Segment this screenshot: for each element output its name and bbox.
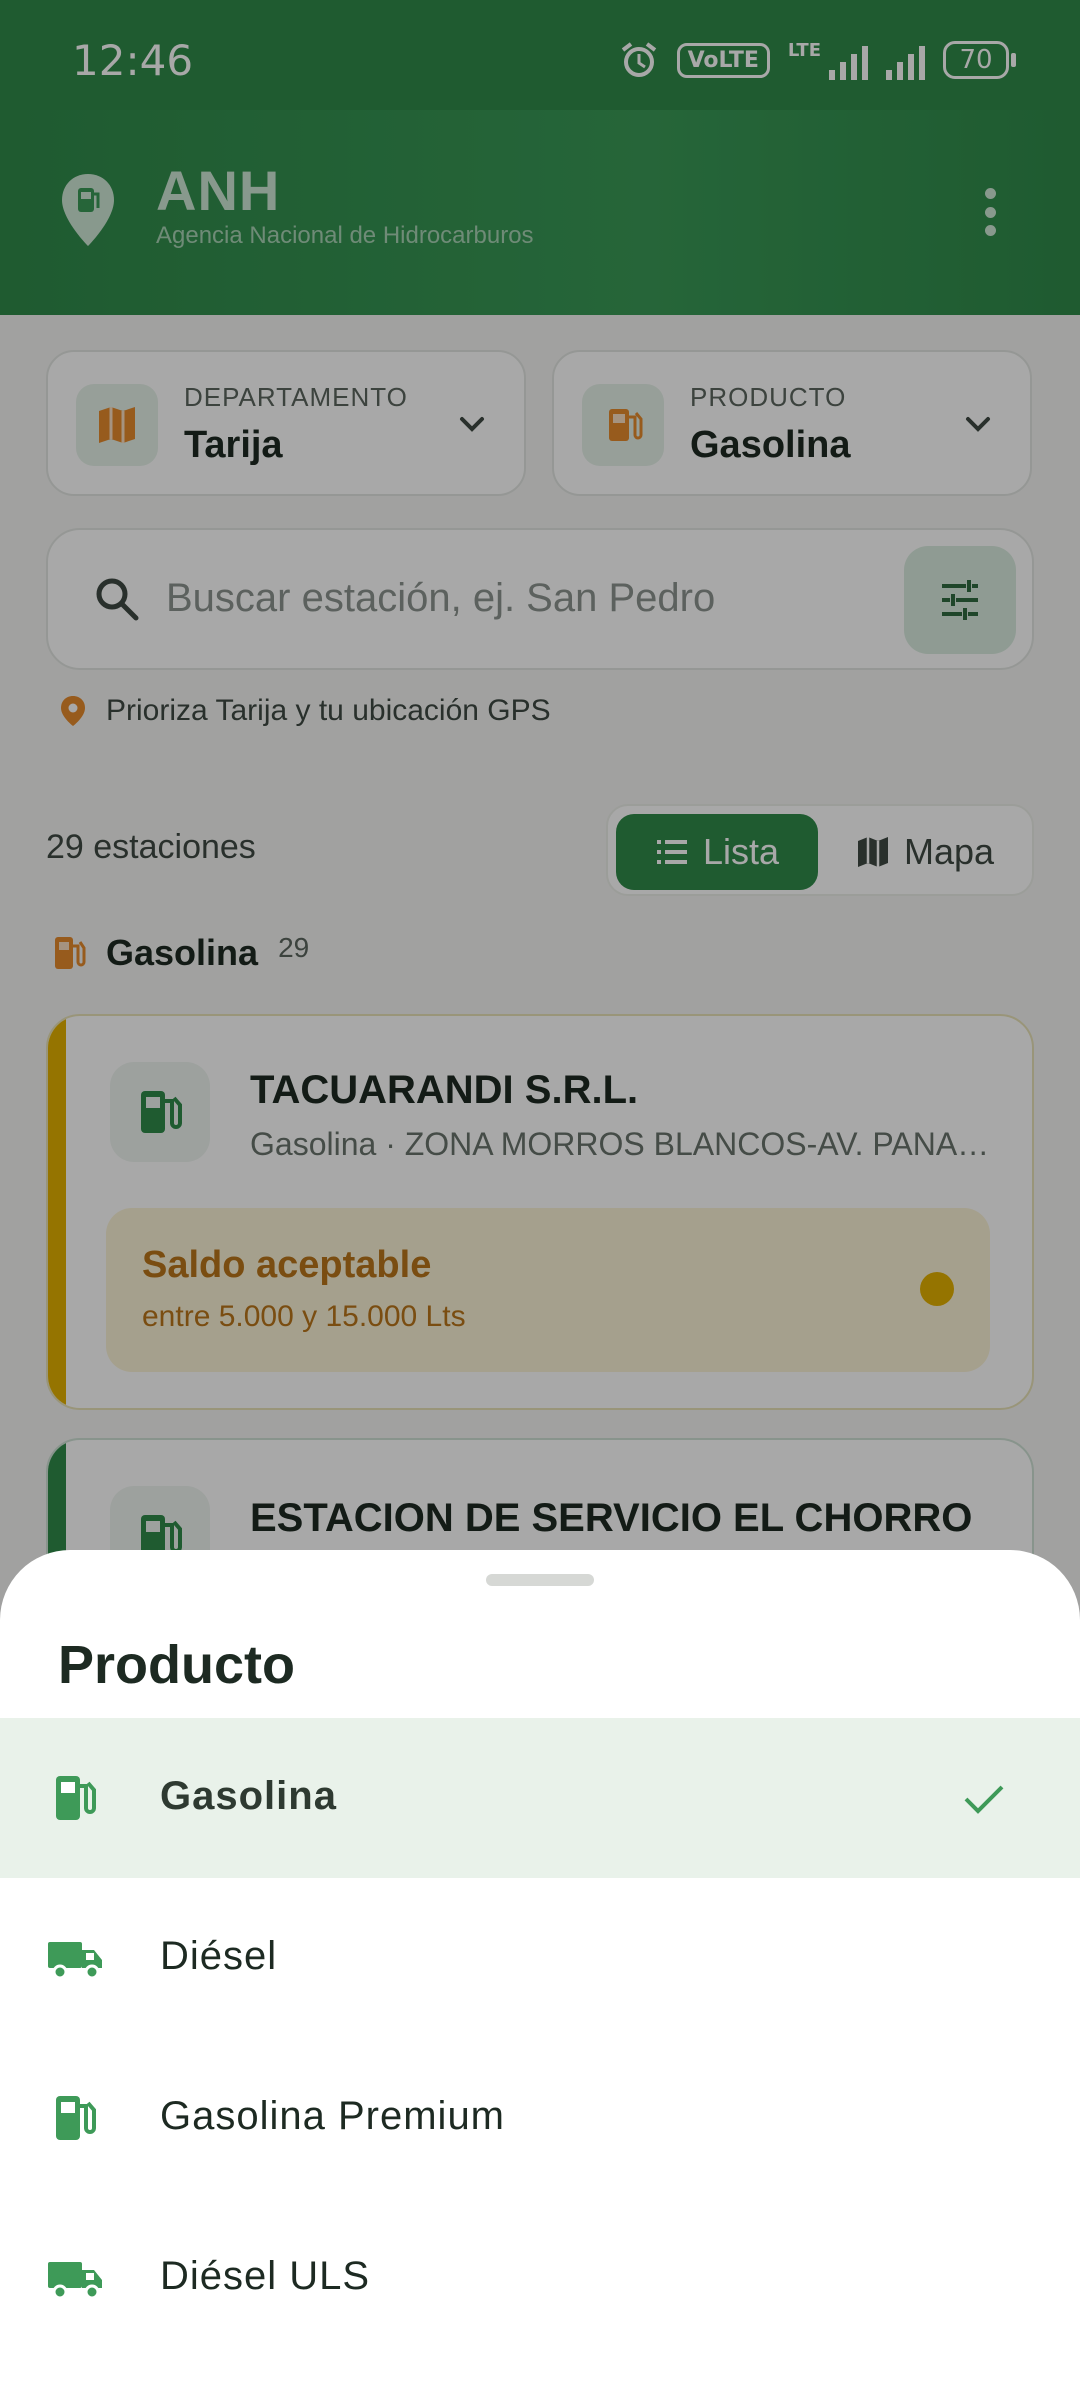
fuel-pump-icon bbox=[56, 2096, 96, 2140]
product-bottom-sheet: Producto Gasolina Diésel Gasolina Premiu… bbox=[0, 1550, 1080, 2382]
check-icon bbox=[964, 1785, 1004, 1814]
truck-icon bbox=[48, 1942, 102, 1980]
product-option-gasolina[interactable]: Gasolina bbox=[0, 1718, 1080, 1878]
drag-handle[interactable] bbox=[486, 1574, 594, 1586]
fuel-pump-icon bbox=[56, 1776, 96, 1820]
option-label: Gasolina bbox=[160, 1774, 337, 1818]
truck-icon bbox=[48, 2262, 102, 2300]
option-label: Diésel bbox=[160, 1934, 278, 1978]
product-option-diesel-uls[interactable]: Diésel ULS bbox=[0, 2198, 1080, 2358]
option-label: Gasolina Premium bbox=[160, 2094, 506, 2138]
sheet-title: Producto bbox=[58, 1635, 295, 1695]
product-option-diesel[interactable]: Diésel bbox=[0, 1878, 1080, 2038]
product-option-gasolina-premium[interactable]: Gasolina Premium bbox=[0, 2038, 1080, 2198]
option-label: Diésel ULS bbox=[160, 2254, 371, 2298]
